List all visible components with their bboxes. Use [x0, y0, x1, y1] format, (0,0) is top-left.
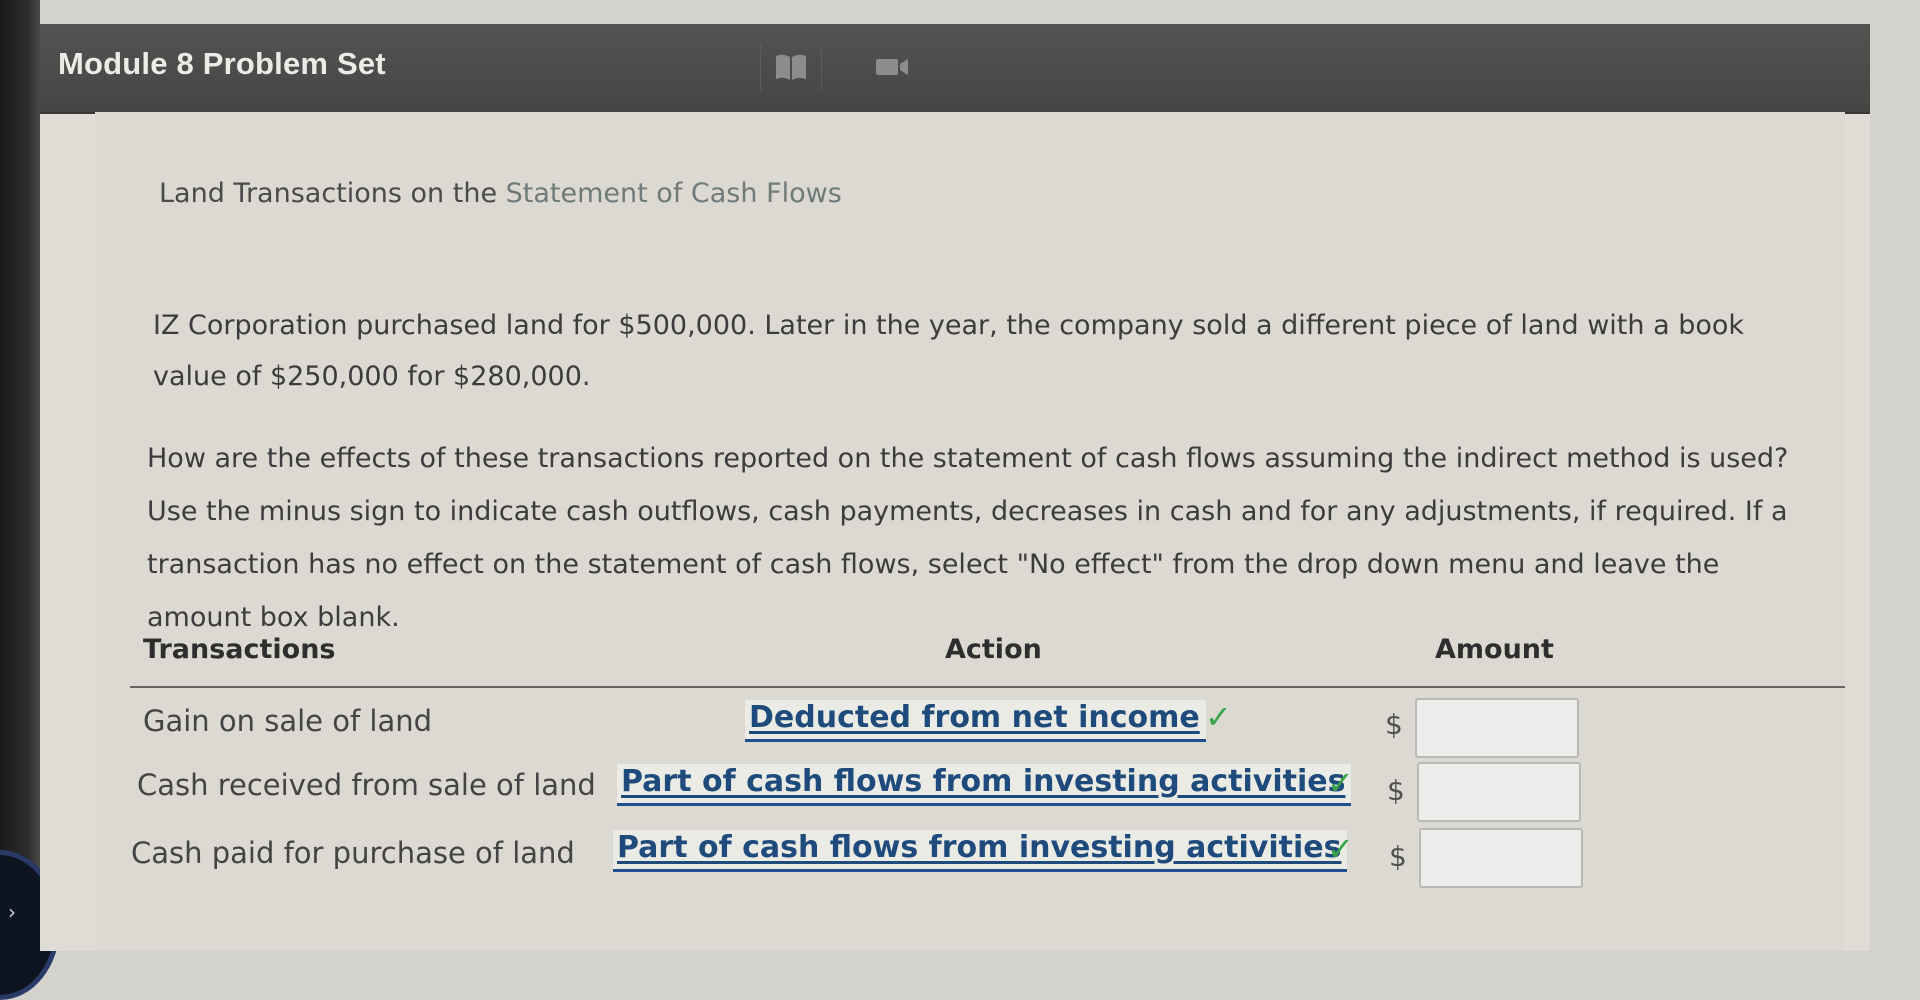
- row-2-check-icon: ✓: [1327, 764, 1354, 802]
- video-camera-icon[interactable]: [862, 44, 922, 90]
- question-panel: Land Transactions on the Statement of Ca…: [95, 112, 1845, 951]
- question-paragraph-2: How are the effects of these transaction…: [147, 443, 1789, 633]
- row-3-check-icon: ✓: [1327, 830, 1354, 868]
- row-1-label: Gain on sale of land: [143, 704, 433, 738]
- title-bar: Module 8 Problem Set: [40, 24, 1870, 114]
- header-action: Action: [945, 634, 1042, 665]
- row-1-check-icon: ✓: [1205, 698, 1232, 736]
- header-amount: Amount: [1435, 634, 1554, 665]
- row-2-action-select[interactable]: Part of cash flows from investing activi…: [617, 764, 1352, 806]
- question-title-highlight: Statement of Cash Flows: [505, 178, 842, 209]
- row-2-label: Cash received from sale of land: [137, 768, 596, 802]
- row-1-amount-input[interactable]: [1415, 698, 1579, 758]
- row-3-label: Cash paid for purchase of land: [131, 836, 575, 870]
- row-3-dollar-sign: $: [1389, 840, 1407, 873]
- monitor-bezel: [0, 0, 40, 951]
- row-2-amount-input[interactable]: [1417, 762, 1581, 822]
- book-icon[interactable]: [760, 44, 822, 90]
- question-title-prefix: Land Transactions on the: [159, 178, 506, 209]
- header-transactions: Transactions: [143, 634, 336, 665]
- screen: Module 8 Problem Set Land Transactions o…: [40, 24, 1870, 951]
- row-3-amount-input[interactable]: [1419, 828, 1583, 888]
- question-title: Land Transactions on the Statement of Ca…: [159, 178, 842, 209]
- row-2-dollar-sign: $: [1387, 774, 1405, 807]
- row-1-dollar-sign: $: [1385, 708, 1403, 741]
- header-divider: [130, 686, 1845, 688]
- row-1-action-select[interactable]: Deducted from net income: [745, 700, 1206, 742]
- chevron-right-icon: ›: [8, 900, 16, 924]
- row-3-action-select[interactable]: Part of cash flows from investing activi…: [613, 830, 1348, 872]
- question-paragraph-1: IZ Corporation purchased land for $500,0…: [153, 310, 1745, 392]
- page-title: Module 8 Problem Set: [58, 46, 386, 81]
